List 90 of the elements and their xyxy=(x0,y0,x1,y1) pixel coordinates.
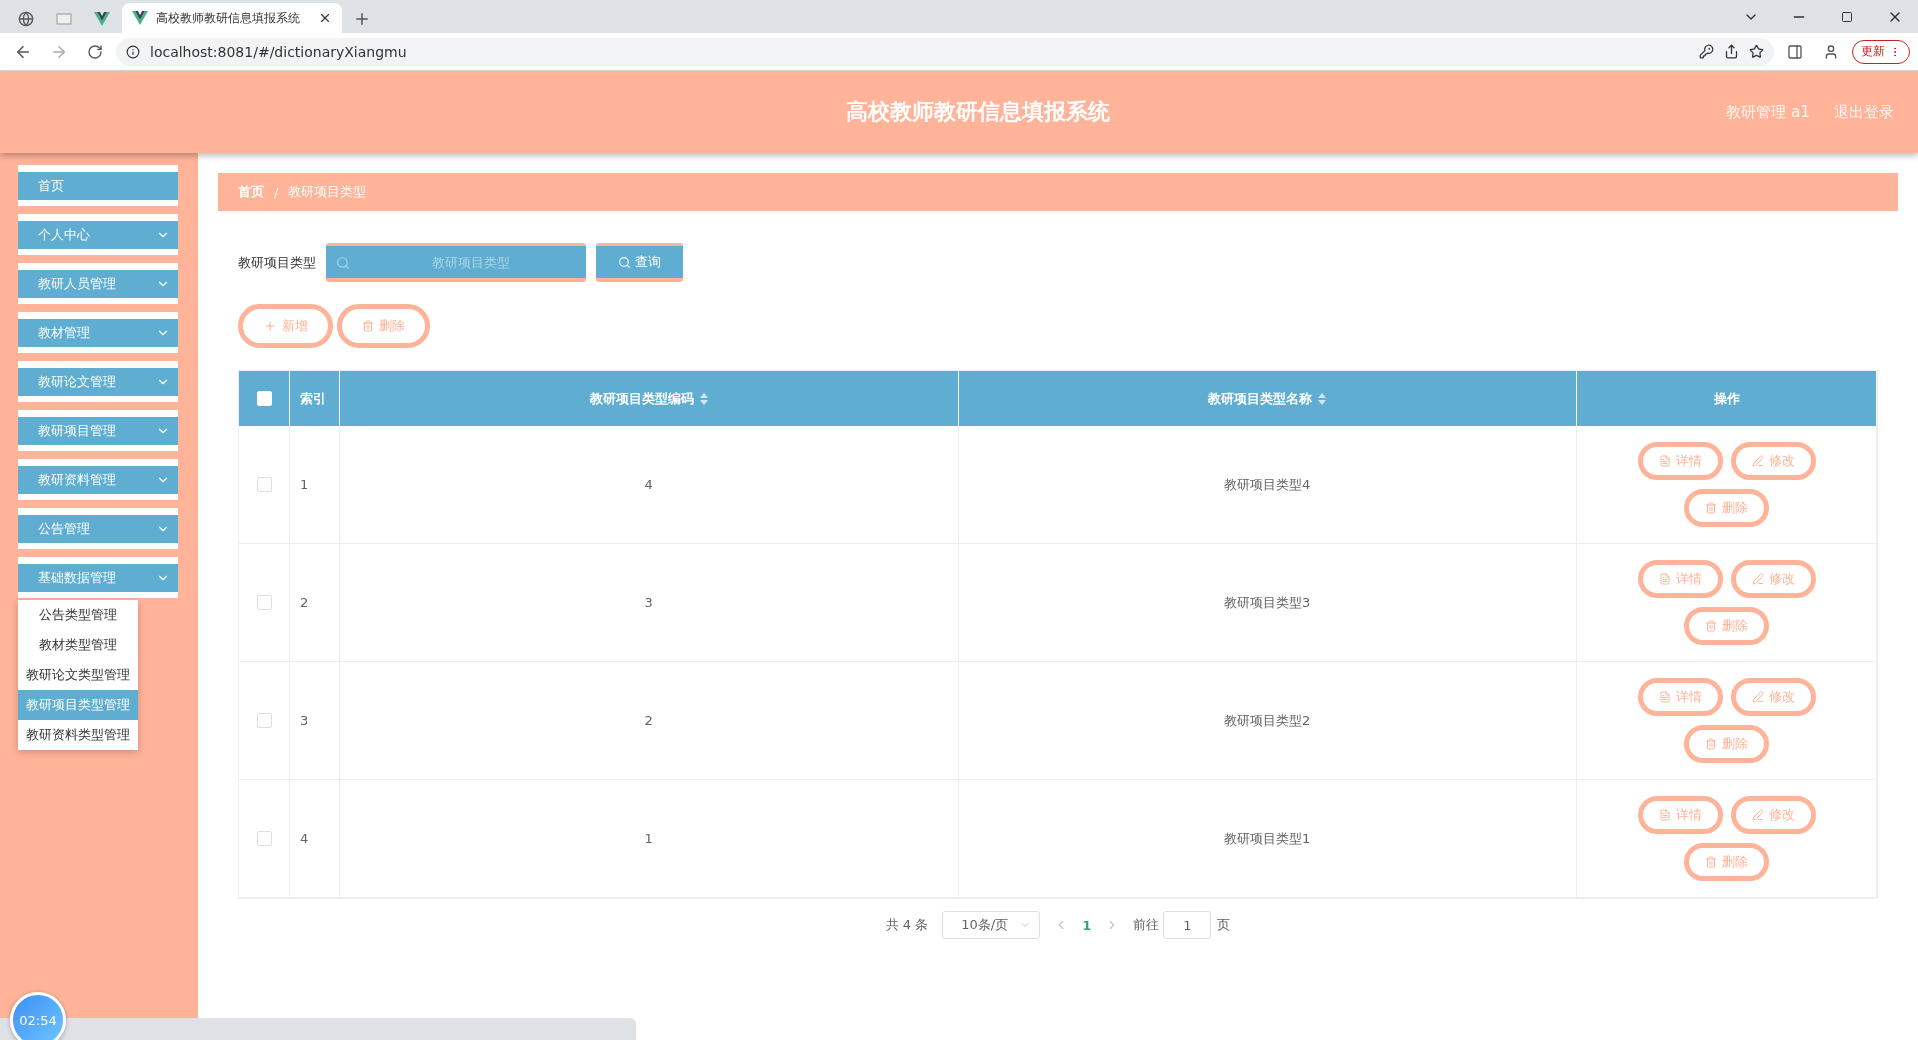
table-cell: 2 xyxy=(340,662,959,780)
column-header: 操作 xyxy=(1577,371,1877,426)
select-all-checkbox[interactable] xyxy=(256,391,272,406)
trash-icon xyxy=(1705,620,1717,632)
share-icon[interactable] xyxy=(1724,44,1739,59)
breadcrumb-item[interactable]: 首页 xyxy=(238,183,264,201)
delete-button[interactable]: 删除 xyxy=(1684,489,1769,527)
edit-button[interactable]: 修改 xyxy=(1730,678,1816,716)
goto-label: 前往 xyxy=(1133,916,1160,934)
url-field[interactable]: localhost:8081/#/dictionaryXiangmu xyxy=(150,43,407,60)
document-icon xyxy=(1658,809,1671,821)
search-field[interactable]: 教研项目类型 xyxy=(326,243,586,282)
close-icon[interactable] xyxy=(318,11,332,25)
table-cell: 3 xyxy=(340,544,959,662)
sort-icon[interactable] xyxy=(1318,392,1327,405)
menu-item[interactable]: 个人中心 xyxy=(18,214,178,255)
update-button[interactable]: 更新 xyxy=(1852,39,1910,64)
menu-item[interactable]: 教研论文管理 xyxy=(18,361,178,402)
page-size-select[interactable]: 10条/页 xyxy=(942,911,1041,939)
trash-icon xyxy=(1705,856,1717,868)
search-label: 教研项目类型 xyxy=(238,253,316,272)
table-cell: 4 xyxy=(340,426,959,544)
breadcrumb-separator: / xyxy=(274,184,279,200)
submenu-item[interactable]: 公告类型管理 xyxy=(18,600,138,630)
pen-icon xyxy=(1751,809,1764,821)
goto-field[interactable]: 1 xyxy=(1163,911,1212,939)
column-header[interactable]: 教研项目类型编码 xyxy=(340,371,959,426)
table-cell: 1 xyxy=(290,426,340,544)
star-icon[interactable] xyxy=(1749,44,1764,59)
trash-icon xyxy=(362,320,374,332)
detail-button[interactable]: 详情 xyxy=(1637,796,1723,834)
row-checkbox[interactable] xyxy=(256,713,272,728)
table-cell: 教研项目类型3 xyxy=(958,544,1577,662)
add-button[interactable]: 新增 xyxy=(238,304,333,348)
menu-item[interactable]: 基础数据管理 xyxy=(18,557,178,598)
document-icon xyxy=(1658,691,1671,703)
delete-button[interactable]: 删除 xyxy=(337,304,430,348)
document-icon xyxy=(1658,455,1671,467)
delete-button[interactable]: 删除 xyxy=(1684,725,1769,763)
page-suffix: 页 xyxy=(1217,916,1231,934)
user-name: 教研管理 a1 xyxy=(1726,102,1810,122)
plus-icon xyxy=(263,319,277,333)
browser-tab[interactable]: 高校教师教研信息填报系统 xyxy=(122,3,342,33)
menu-item[interactable]: 首页 xyxy=(18,165,178,206)
submenu-item[interactable]: 教研资料类型管理 xyxy=(18,720,138,750)
table-cell: 1 xyxy=(340,780,959,898)
delete-button[interactable]: 删除 xyxy=(1684,843,1769,881)
menu-item[interactable]: 公告管理 xyxy=(18,508,178,549)
edit-button[interactable]: 修改 xyxy=(1730,560,1816,598)
table-cell: 4 xyxy=(290,780,340,898)
table-cell: 教研项目类型1 xyxy=(958,780,1577,898)
key-icon[interactable] xyxy=(1699,44,1714,59)
row-checkbox[interactable] xyxy=(256,831,272,846)
logout-link[interactable]: 退出登录 xyxy=(1834,102,1894,122)
table-cell: 2 xyxy=(290,544,340,662)
search-icon xyxy=(618,255,631,269)
app-title: 高校教师教研信息填报系统 xyxy=(845,98,1112,126)
pen-icon xyxy=(1751,455,1764,467)
submenu-item[interactable]: 教材类型管理 xyxy=(18,630,138,660)
info-icon[interactable] xyxy=(126,44,140,59)
menu-item[interactable]: 教研项目管理 xyxy=(18,410,178,451)
trash-icon xyxy=(1705,738,1717,750)
pen-icon xyxy=(1751,691,1764,703)
column-header[interactable]: 教研项目类型名称 xyxy=(958,371,1577,426)
edit-button[interactable]: 修改 xyxy=(1730,796,1816,834)
delete-button[interactable]: 删除 xyxy=(1684,607,1769,645)
detail-button[interactable]: 详情 xyxy=(1637,678,1723,716)
menu-item[interactable]: 教研资料管理 xyxy=(18,459,178,500)
page-number[interactable]: 1 xyxy=(1082,917,1092,933)
row-checkbox[interactable] xyxy=(256,595,272,610)
breadcrumb-item: 教研项目类型 xyxy=(288,183,367,201)
table-cell: 教研项目类型4 xyxy=(958,426,1577,544)
menu-item[interactable]: 教研人员管理 xyxy=(18,263,178,304)
trash-icon xyxy=(1705,502,1717,514)
pen-icon xyxy=(1751,573,1764,585)
row-checkbox[interactable] xyxy=(256,477,272,492)
total-count: 共 4 条 xyxy=(885,916,929,934)
document-icon xyxy=(1658,573,1671,585)
detail-button[interactable]: 详情 xyxy=(1637,442,1723,480)
table-cell: 3 xyxy=(290,662,340,780)
edit-button[interactable]: 修改 xyxy=(1730,442,1816,480)
sort-icon[interactable] xyxy=(699,392,708,405)
detail-button[interactable]: 详情 xyxy=(1637,560,1723,598)
submenu-item[interactable]: 教研论文类型管理 xyxy=(18,660,138,690)
query-button[interactable]: 查询 xyxy=(596,243,683,282)
table-cell: 教研项目类型2 xyxy=(958,662,1577,780)
column-header: 索引 xyxy=(290,371,340,426)
menu-item[interactable]: 教材管理 xyxy=(18,312,178,353)
submenu-item[interactable]: 教研项目类型管理 xyxy=(18,690,138,720)
v-logo-icon xyxy=(132,11,148,25)
